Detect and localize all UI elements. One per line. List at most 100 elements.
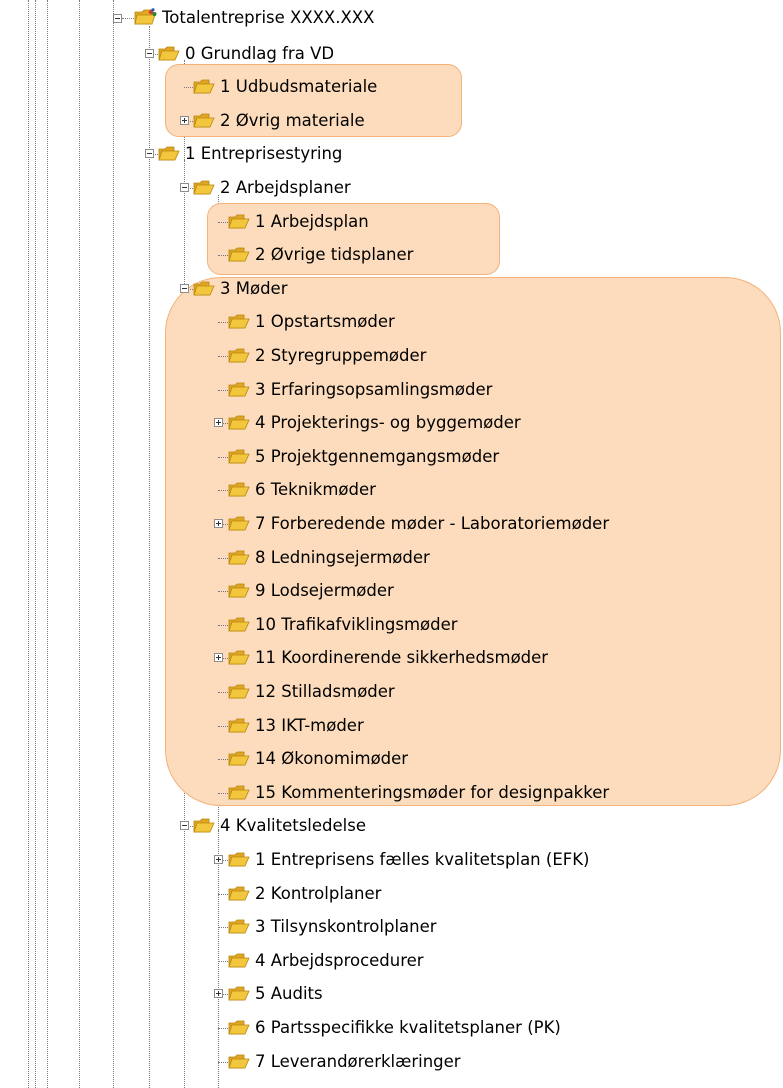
tree-node-3-tilsynskontrolplaner[interactable]: 3 Tilsynskontrolplaner [0,911,783,943]
folder-open-icon [228,785,250,800]
folder-open-icon [193,180,215,195]
folder-open-icon [228,650,250,665]
folder-open-icon [228,214,250,228]
collapse-icon[interactable] [113,14,122,23]
tree-node-9-lodsejermøder[interactable]: 9 Lodsejermøder [0,575,783,607]
tree-node-6-teknikmøder[interactable]: 6 Teknikmøder [0,474,783,506]
folder-open-icon [193,79,215,94]
expand-icon[interactable] [214,989,223,999]
tree-node-label: 4 Projekterings- og byggemøder [255,413,521,433]
tree-node-8-ledningsejermøder[interactable]: 8 Ledningsejermøder [0,542,783,574]
folder-open-icon [193,818,215,833]
folder-open-icon [228,1054,250,1068]
collapse-icon[interactable] [145,48,154,58]
tree-node-3-erfaringsopsamlingsmøder[interactable]: 3 Erfaringsopsamlingsmøder [0,374,783,406]
tree-node-1-udbudsmateriale[interactable]: 1 Udbudsmateriale [0,71,783,103]
folder-open-icon [228,953,250,968]
tree-node-10-trafikafviklingsmøder[interactable]: 10 Trafikafviklingsmøder [0,609,783,641]
tree-node-label: 6 Teknikmøder [255,480,376,500]
tree-node-11-koordinerende-sikkerhedsmøder[interactable]: 11 Koordinerende sikkerhedsmøder [0,642,783,674]
tree-node-1-arbejdsplan[interactable]: 1 Arbejdsplan [0,206,783,238]
tree-node-1-opstartsmøder[interactable]: 1 Opstartsmøder [0,306,783,338]
collapse-icon[interactable] [180,182,189,192]
folder-open-icon [228,382,250,396]
collapse-icon[interactable] [180,283,189,293]
folder-open-icon [228,886,250,900]
folder-open-icon [228,852,250,867]
tree-node-label: 2 Øvrige tidsplaner [255,245,414,265]
folder-open-icon [228,684,250,699]
tree-node-2-øvrige-tidsplaner[interactable]: 2 Øvrige tidsplaner [0,239,783,271]
folder-open-icon [228,482,250,497]
tree-node-label: 4 Arbejdsprocedurer [255,950,424,970]
tree-node-label: 8 Ledningsejermøder [255,547,430,567]
folder-open-icon [228,617,250,632]
tree-node-4-projekterings-og-byggemøder[interactable]: 4 Projekterings- og byggemøder [0,407,783,439]
tree-node-label: 5 Audits [255,984,323,1004]
tree-root-label: Totalentreprise XXXX.XXX [162,8,375,27]
expand-icon[interactable] [214,418,223,428]
tree-root[interactable]: Totalentreprise XXXX.XXX [0,2,783,34]
tree-node-2-øvrig-materiale[interactable]: 2 Øvrig materiale [0,105,783,137]
tree-node-7-forberedende-møder-laboratoriemøder[interactable]: 7 Forberedende møder - Laboratoriemøder [0,508,783,540]
tree-node-7-leverandørerklæringer[interactable]: 7 Leverandørerklæringer [0,1046,783,1078]
tree-connector [218,759,228,761]
folder-open-icon [228,986,250,1001]
expand-icon[interactable] [214,653,223,663]
tree-node-2-styregruppemøder[interactable]: 2 Styregruppemøder [0,340,783,372]
tree-connector [218,1061,228,1063]
tree-node-6-partsspecifikke-kvalitetsplaner-pk[interactable]: 6 Partsspecifikke kvalitetsplaner (PK) [0,1012,783,1044]
tree-node-label: 13 IKT-møder [255,715,364,735]
tree-node-5-audits[interactable]: 5 Audits [0,978,783,1010]
tree-node-1-entreprisens-fælles-kvalitetsplan-efk[interactable]: 1 Entreprisens fælles kvalitetsplan (EFK… [0,844,783,876]
folder-open-icon [228,247,250,262]
tree-node-4-kvalitetsledelse[interactable]: 4 Kvalitetsledelse [0,810,783,842]
tree-node-label: 7 Forberedende møder - Laboratoriemøder [255,513,610,533]
collapse-icon[interactable] [145,149,154,159]
project-folder-icon [134,8,157,25]
expand-icon[interactable] [214,854,223,864]
tree-connector [218,456,228,458]
tree-connector [218,255,228,257]
folder-open-icon [158,146,180,161]
tree-node-2-arbejdsplaner[interactable]: 2 Arbejdsplaner [0,172,783,204]
tree-node-15-kommenteringsmøder-for-designpakker[interactable]: 15 Kommenteringsmøder for designpakker [0,777,783,809]
folder-open-icon [193,281,215,296]
tree-connector [218,691,228,693]
tree-node-label: 3 Tilsynskontrolplaner [255,917,437,937]
tree-node-label: 9 Lodsejermøder [255,581,394,601]
tree-node-label: 1 Entreprisestyring [185,144,343,164]
tree-connector [122,18,134,19]
tree-node-label: 3 Erfaringsopsamlingsmøder [255,379,493,399]
tree-node-label: 10 Trafikafviklingsmøder [255,614,458,634]
collapse-icon[interactable] [180,821,189,831]
tree-node-3-møder[interactable]: 3 Møder [0,273,783,305]
tree-node-label: 1 Entreprisens fælles kvalitetsplan (EFK… [255,849,590,869]
tree-node-label: 1 Udbudsmateriale [220,77,378,97]
folder-open-icon [193,113,215,128]
tree-node-label: 15 Kommenteringsmøder for designpakker [255,782,610,802]
tree-node-0-grundlag-fra-vd[interactable]: 0 Grundlag fra VD [0,38,783,70]
tree-connector [218,322,228,324]
folder-open-icon [228,449,250,464]
tree-node-5-projektgennemgangsmøder[interactable]: 5 Projektgennemgangsmøder [0,441,783,473]
folder-open-icon [228,919,250,934]
folder-open-icon [228,718,250,732]
expand-icon[interactable] [214,518,223,528]
tree-connector [218,355,228,357]
tree-connector [218,1027,228,1029]
folder-tree: Totalentreprise XXXX.XXX 0 Grundlag fra … [0,0,783,1088]
tree-connector [218,591,228,593]
tree-node-1-entreprisestyring[interactable]: 1 Entreprisestyring [0,138,783,170]
tree-node-label: 1 Opstartsmøder [255,312,395,332]
tree-node-2-kontrolplaner[interactable]: 2 Kontrolplaner [0,878,783,910]
expand-icon[interactable] [180,115,189,125]
tree-node-13-ikt-møder[interactable]: 13 IKT-møder [0,710,783,742]
tree-node-label: 12 Stilladsmøder [255,681,395,701]
tree-node-label: 2 Øvrig materiale [220,110,365,130]
tree-node-12-stilladsmøder[interactable]: 12 Stilladsmøder [0,676,783,708]
tree-node-label: 2 Styregruppemøder [255,345,427,365]
tree-connector [218,792,228,794]
tree-node-4-arbejdsprocedurer[interactable]: 4 Arbejdsprocedurer [0,945,783,977]
tree-node-14-økonomimøder[interactable]: 14 Økonomimøder [0,743,783,775]
